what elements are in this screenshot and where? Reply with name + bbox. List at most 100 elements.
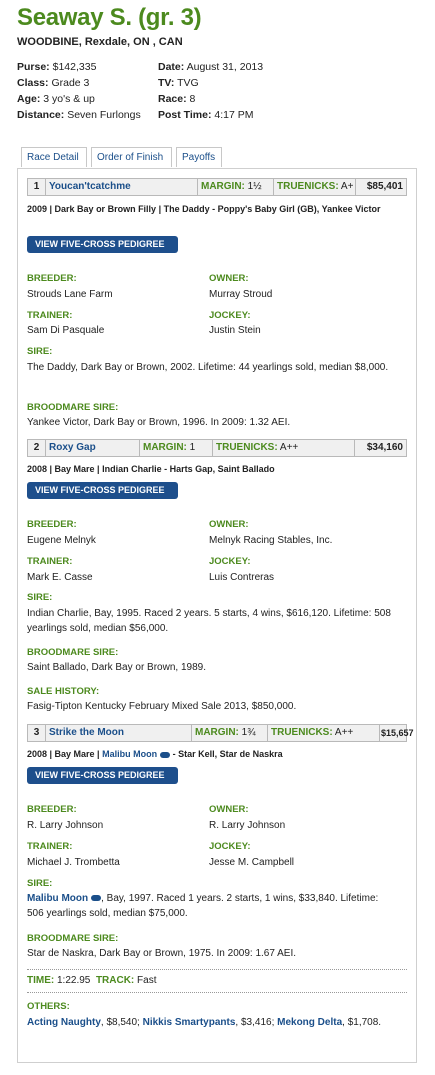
jockey-value: Jesse M. Campbell [209, 857, 295, 868]
race-number-value: 8 [189, 93, 196, 105]
breeder-label: BREEDER: [27, 519, 77, 530]
sire-value: Malibu Moon, Bay, 1997. Raced 1 years. 2… [27, 891, 397, 921]
earnings-value: $34,160 [366, 442, 403, 453]
trainer-value: Michael J. Trombetta [27, 857, 120, 868]
eye-icon[interactable] [160, 751, 171, 758]
earnings-value: $15,657 [381, 728, 414, 738]
date-label: Date: [158, 61, 185, 73]
horse-description: 2008 | Bay Mare | Indian Charlie - Harts… [27, 464, 275, 474]
sale-history-label: SALE HISTORY: [27, 686, 100, 697]
sire-label: SIRE: [27, 346, 53, 357]
view-pedigree-button[interactable]: VIEW FIVE-CROSS PEDIGREE [27, 236, 178, 253]
truenicks-label: TRUENICKS: [271, 727, 333, 738]
sale-history-value: Fasig-Tipton Kentucky February Mixed Sal… [27, 701, 297, 712]
post-time-value: 4:17 PM [214, 109, 254, 121]
page-title: Seaway S. (gr. 3) [17, 4, 202, 31]
other-horse-link[interactable]: Acting Naughty [27, 1017, 101, 1028]
time-value: 1:22.95 [57, 975, 91, 986]
truenicks-value: A++ [334, 727, 354, 738]
purse-label: Purse: [17, 61, 50, 73]
desc-prefix: 2008 | Bay Mare | [27, 749, 100, 759]
jockey-value: Justin Stein [209, 325, 261, 336]
owner-value: Melnyk Racing Stables, Inc. [209, 535, 333, 546]
broodmare-sire-label: BROODMARE SIRE: [27, 647, 119, 658]
race-venue: WOODBINE, Rexdale, ON , CAN [17, 36, 183, 48]
other-horse-link[interactable]: Nikkis Smartypants [143, 1017, 236, 1028]
truenicks-label: TRUENICKS: [277, 181, 339, 192]
tv-label: TV: [158, 77, 175, 89]
broodmare-sire-value: Saint Ballado, Dark Bay or Brown, 1989. [27, 662, 206, 673]
jockey-value: Luis Contreras [209, 572, 275, 583]
horse-name-link[interactable]: Roxy Gap [46, 440, 140, 456]
tab-order-of-finish[interactable]: Order of Finish [91, 147, 172, 167]
jockey-label: JOCKEY: [209, 556, 251, 567]
view-pedigree-button[interactable]: VIEW FIVE-CROSS PEDIGREE [27, 767, 178, 784]
age-value: 3 yo's & up [43, 93, 95, 105]
divider [27, 969, 407, 970]
sire-value: Indian Charlie, Bay, 1995. Raced 2 years… [27, 608, 391, 634]
margin-value: 1 [189, 442, 196, 453]
owner-value: R. Larry Johnson [209, 820, 286, 831]
post-time-label: Post Time: [158, 109, 212, 121]
date-value: August 31, 2013 [186, 61, 264, 73]
horse-description: 2008 | Bay Mare | Malibu Moon - Star Kel… [27, 748, 407, 761]
breeder-value: Eugene Melnyk [27, 535, 96, 546]
jockey-label: JOCKEY: [209, 310, 251, 321]
others-list: Acting Naughty, $8,540; Nikkis Smartypan… [27, 1015, 402, 1030]
purse-value: $142,335 [52, 61, 97, 73]
breeder-label: BREEDER: [27, 273, 77, 284]
trainer-value: Mark E. Casse [27, 572, 93, 583]
finish-position: 2 [28, 440, 46, 456]
horse-name-link[interactable]: Youcan'tcatchme [46, 179, 198, 195]
earnings-value: $85,401 [366, 181, 403, 192]
class-label: Class: [17, 77, 49, 89]
sire-value: The Daddy, Dark Bay or Brown, 2002. Life… [27, 362, 389, 373]
entry-header: 3 Strike the Moon MARGIN: 1¾ TRUENICKS: … [27, 724, 414, 742]
distance-value: Seven Furlongs [67, 109, 141, 121]
other-horse-link[interactable]: Mekong Delta [277, 1017, 342, 1028]
sire-label: SIRE: [27, 878, 53, 889]
tv-value: TVG [177, 77, 199, 89]
other-horse-amount: , $3,416; [235, 1017, 278, 1028]
trainer-label: TRAINER: [27, 310, 73, 321]
track-value: Fast [137, 975, 157, 986]
broodmare-sire-label: BROODMARE SIRE: [27, 402, 119, 413]
owner-value: Murray Stroud [209, 289, 273, 300]
trainer-label: TRAINER: [27, 556, 73, 567]
finish-position: 1 [28, 179, 46, 195]
entry-header: 2 Roxy Gap MARGIN: 1 TRUENICKS: A++ $34,… [27, 439, 407, 457]
margin-label: MARGIN: [195, 727, 239, 738]
other-horse-amount: , $8,540; [100, 1017, 143, 1028]
truenicks-value: A+ [340, 181, 354, 192]
broodmare-sire-value: Yankee Victor, Dark Bay or Brown, 1996. … [27, 417, 291, 428]
trainer-label: TRAINER: [27, 841, 73, 852]
sire-link[interactable]: Malibu Moon [102, 749, 157, 759]
entry-header: 1 Youcan'tcatchme MARGIN: 1½ TRUENICKS: … [27, 178, 407, 196]
divider [27, 992, 407, 993]
race-time-track: TIME: 1:22.95 TRACK: Fast [27, 975, 157, 986]
sire-link[interactable]: Malibu Moon [27, 893, 88, 904]
jockey-label: JOCKEY: [209, 841, 251, 852]
class-value: Grade 3 [51, 77, 90, 89]
track-label: TRACK: [95, 975, 135, 986]
tab-race-detail[interactable]: Race Detail [21, 147, 87, 167]
sire-label: SIRE: [27, 592, 53, 603]
age-label: Age: [17, 93, 41, 105]
time-label: TIME: [27, 975, 55, 986]
margin-label: MARGIN: [201, 181, 245, 192]
owner-label: OWNER: [209, 804, 249, 815]
margin-value: 1½ [247, 181, 262, 192]
truenicks-value: A++ [279, 442, 299, 453]
eye-icon[interactable] [91, 895, 102, 902]
owner-label: OWNER: [209, 273, 249, 284]
owner-label: OWNER: [209, 519, 249, 530]
finish-position: 3 [28, 725, 46, 741]
broodmare-sire-value: Star de Naskra, Dark Bay or Brown, 1975.… [27, 948, 297, 959]
other-horse-amount: , $1,708. [342, 1017, 382, 1028]
tab-payoffs[interactable]: Payoffs [176, 147, 222, 167]
race-number-label: Race: [158, 93, 187, 105]
breeder-value: Strouds Lane Farm [27, 289, 113, 300]
horse-name-link[interactable]: Strike the Moon [46, 725, 192, 741]
view-pedigree-button[interactable]: VIEW FIVE-CROSS PEDIGREE [27, 482, 178, 499]
broodmare-sire-label: BROODMARE SIRE: [27, 933, 119, 944]
